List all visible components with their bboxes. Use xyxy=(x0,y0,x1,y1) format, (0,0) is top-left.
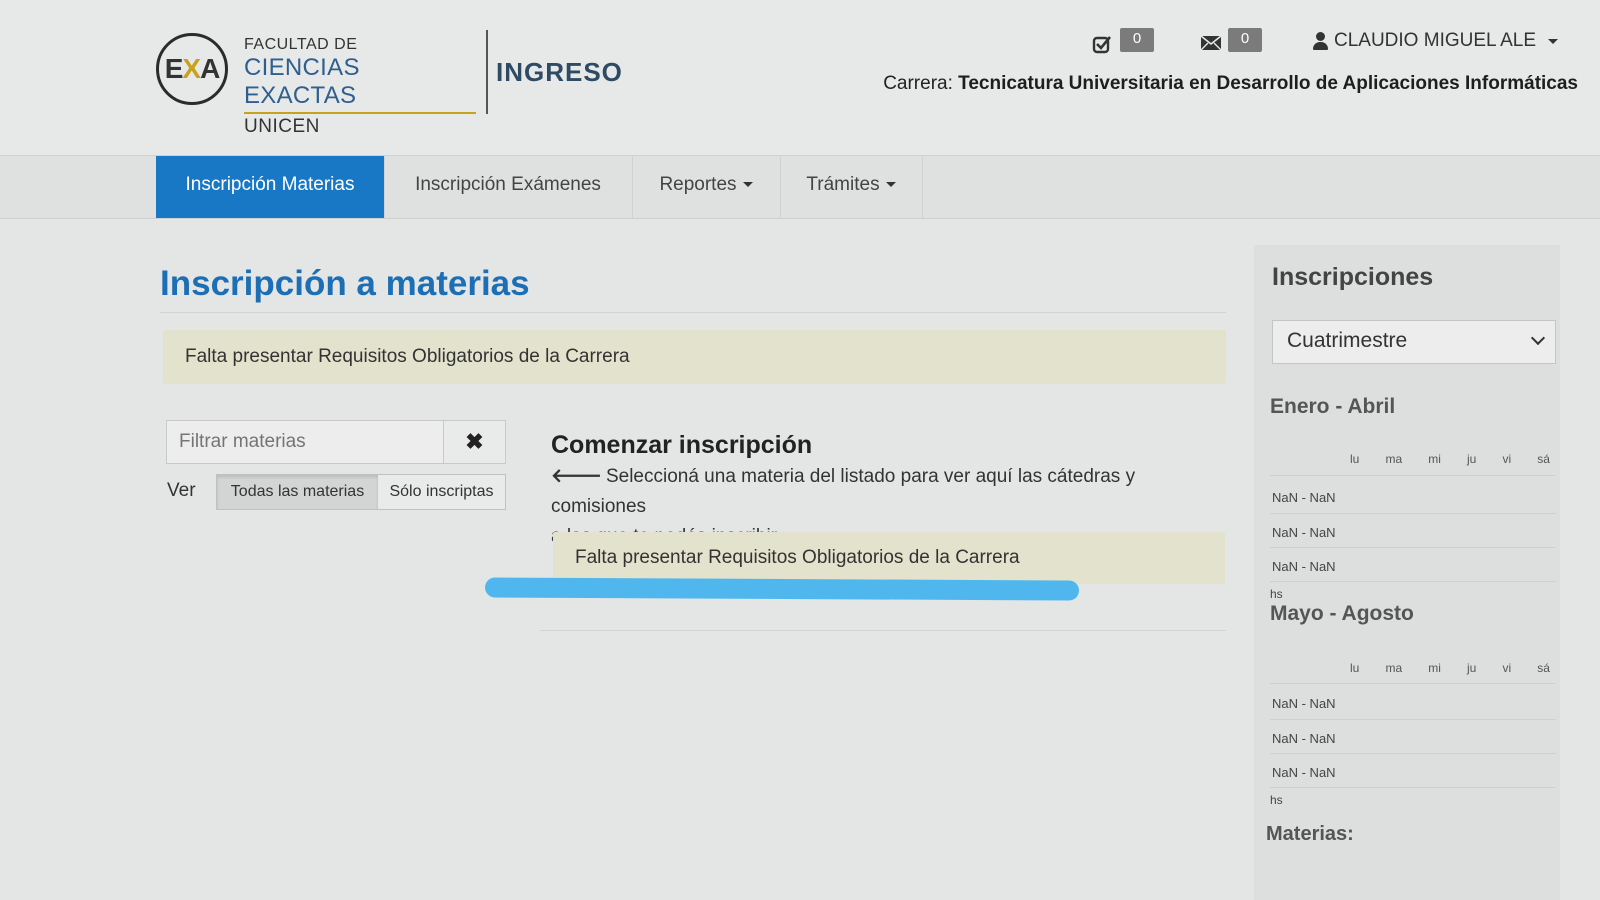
inscripciones-sidebar: Inscripciones Cuatrimestre Enero - Abril… xyxy=(1254,245,1560,900)
page-title: Inscripción a materias xyxy=(160,264,530,303)
time-slot: NaN - NaN xyxy=(1272,525,1336,540)
segment-label: Sólo inscriptas xyxy=(389,483,494,500)
time-slot: NaN - NaN xyxy=(1272,490,1336,505)
nav-reportes-dropdown[interactable]: Reportes xyxy=(632,156,781,218)
slot-divider xyxy=(1270,787,1556,788)
semester1-title: Enero - Abril xyxy=(1270,395,1396,418)
filter-todas-button[interactable]: Todas las materias xyxy=(216,474,379,510)
logo-letter-e: E xyxy=(164,53,184,84)
filter-materias-input[interactable] xyxy=(166,420,444,464)
carrera-label: Carrera: xyxy=(883,73,953,94)
filter-inscriptas-button[interactable]: Sólo inscriptas xyxy=(378,474,506,510)
time-slot: NaN - NaN xyxy=(1272,559,1336,574)
faculty-name: FACULTAD DE CIENCIAS EXACTAS UNICEN xyxy=(244,36,476,138)
panel-bottom-divider xyxy=(540,630,1226,631)
caret-down-icon xyxy=(885,182,896,188)
panel-requirements-alert: Falta presentar Requisitos Obligatorios … xyxy=(553,532,1225,584)
alert-text: Falta presentar Requisitos Obligatorios … xyxy=(185,346,630,367)
day-label: mi xyxy=(1428,661,1441,675)
time-slot: NaN - NaN xyxy=(1272,696,1336,711)
nav-item-label: Inscripción Materias xyxy=(185,174,355,195)
carrera-value: Tecnicatura Universitaria en Desarrollo … xyxy=(958,73,1578,94)
main-nav: Inscripción Materias Inscripción Exámene… xyxy=(0,155,1600,219)
segment-label: Todas las materias xyxy=(230,483,365,500)
slot-divider xyxy=(1270,719,1556,720)
day-label: ju xyxy=(1467,661,1477,675)
time-slot: NaN - NaN xyxy=(1272,765,1336,780)
day-label: mi xyxy=(1428,452,1441,466)
slot-divider xyxy=(1270,683,1556,684)
clear-filter-button[interactable]: ✖ xyxy=(444,420,506,464)
period-select[interactable]: Cuatrimestre xyxy=(1272,320,1556,364)
tasks-check-icon[interactable] xyxy=(1092,34,1112,60)
nav-tramites-dropdown[interactable]: Trámites xyxy=(780,156,923,218)
day-label: sá xyxy=(1537,452,1550,466)
semester1-days: lu ma mi ju vi sá xyxy=(1350,452,1550,466)
day-label: sá xyxy=(1537,661,1550,675)
panel-alert-text: Falta presentar Requisitos Obligatorios … xyxy=(575,547,1020,568)
tasks-badge[interactable]: 0 xyxy=(1120,28,1154,52)
faculty-logo[interactable]: EXA xyxy=(156,33,228,105)
day-label: ma xyxy=(1385,661,1403,675)
user-name: CLAUDIO MIGUEL ALE xyxy=(1334,30,1537,51)
day-label: ju xyxy=(1467,452,1477,466)
time-slot: NaN - NaN xyxy=(1272,731,1336,746)
user-icon xyxy=(1312,32,1328,50)
faculty-name-line1: FACULTAD DE xyxy=(244,36,358,53)
arrow-left-icon: 🡐 xyxy=(551,466,602,487)
caret-down-icon xyxy=(1548,38,1559,44)
panel-text-line1: Seleccioná una materia del listado para … xyxy=(551,466,1136,517)
slot-divider xyxy=(1270,581,1556,582)
sidebar-title: Inscripciones xyxy=(1272,263,1434,291)
envelope-icon[interactable] xyxy=(1200,34,1222,58)
slot-divider xyxy=(1270,513,1556,514)
day-label: vi xyxy=(1502,661,1512,675)
semester2-title: Mayo - Agosto xyxy=(1270,602,1414,625)
logo-divider xyxy=(486,30,488,114)
nav-item-label: Reportes xyxy=(659,174,737,195)
logo-letter-x: X xyxy=(182,53,201,84)
app-section-title: INGRESO xyxy=(496,57,623,87)
slot-divider xyxy=(1270,475,1556,476)
hours-label: hs xyxy=(1270,587,1283,601)
materias-label: Materias: xyxy=(1266,823,1354,845)
day-label: lu xyxy=(1350,661,1360,675)
faculty-name-line2: CIENCIAS EXACTAS xyxy=(244,54,476,114)
carrera-info: Carrera: Tecnicatura Universitaria en De… xyxy=(883,73,1578,95)
header: EXA FACULTAD DE CIENCIAS EXACTAS UNICEN … xyxy=(0,0,1600,155)
day-label: vi xyxy=(1502,452,1512,466)
nav-item-label: Trámites xyxy=(806,174,880,195)
caret-down-icon xyxy=(742,182,753,188)
day-label: ma xyxy=(1385,452,1403,466)
nav-inscripcion-examenes[interactable]: Inscripción Exámenes xyxy=(384,156,633,218)
day-label: lu xyxy=(1350,452,1360,466)
user-menu[interactable]: CLAUDIO MIGUEL ALE xyxy=(1312,30,1559,52)
highlight-stroke xyxy=(484,577,1080,601)
semester2-days: lu ma mi ju vi sá xyxy=(1350,661,1550,675)
nav-item-label: Inscripción Exámenes xyxy=(415,174,601,195)
title-divider xyxy=(160,312,1226,313)
panel-title: Comenzar inscripción xyxy=(551,431,813,459)
messages-badge[interactable]: 0 xyxy=(1228,28,1262,52)
hours-label: hs xyxy=(1270,793,1283,807)
nav-inscripcion-materias[interactable]: Inscripción Materias xyxy=(156,156,385,218)
slot-divider xyxy=(1270,547,1556,548)
requirements-alert: Falta presentar Requisitos Obligatorios … xyxy=(163,330,1226,384)
slot-divider xyxy=(1270,753,1556,754)
close-icon: ✖ xyxy=(465,429,484,454)
period-select-value: Cuatrimestre xyxy=(1287,329,1408,352)
chevron-down-icon xyxy=(1530,330,1546,346)
university-name: UNICEN xyxy=(244,116,320,137)
logo-letter-a: A xyxy=(200,53,220,84)
ver-label: Ver xyxy=(167,480,196,501)
